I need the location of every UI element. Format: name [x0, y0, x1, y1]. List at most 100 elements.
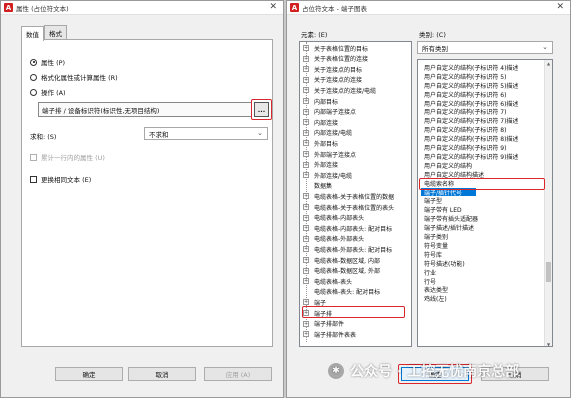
- tree-item-label: 电缆表格-关于表格位置的表头: [314, 204, 395, 212]
- sum-select[interactable]: 不求和 ⌄: [144, 127, 268, 140]
- plus-icon[interactable]: +: [303, 87, 309, 94]
- tree-item-label: 端子排部件表表: [314, 331, 357, 339]
- category-item[interactable]: 符号库: [424, 250, 442, 259]
- cancel-button[interactable]: 取消: [128, 367, 196, 381]
- plus-icon[interactable]: +: [303, 98, 309, 104]
- tree-item-label: 电缆表格-外部表头: 配对目标: [314, 246, 393, 254]
- sum-label: 求和: (S): [30, 133, 57, 141]
- plus-icon[interactable]: +: [303, 214, 309, 221]
- checkbox-accumulate-label: 累计一行内的属性 (U): [41, 154, 105, 162]
- placeholder-text-dialog: A 占位符文本 - 端子图表 ✕ 元素: (E) 类别: (C) 所有类别 ⌄ …: [286, 0, 571, 398]
- plus-icon[interactable]: +: [303, 225, 309, 232]
- tab-format[interactable]: 格式: [44, 25, 67, 40]
- plus-icon[interactable]: +: [303, 257, 309, 263]
- tree-item-label: 内部目标: [314, 98, 339, 106]
- plus-icon[interactable]: +: [303, 161, 309, 168]
- plus-icon[interactable]: +: [303, 66, 309, 73]
- radio-dot: [30, 73, 37, 81]
- close-icon[interactable]: ✕: [269, 2, 277, 12]
- category-item[interactable]: 符号变量: [424, 241, 448, 250]
- category-item[interactable]: 行业: [424, 268, 436, 277]
- plus-icon[interactable]: +: [303, 172, 309, 179]
- category-item[interactable]: 表达类型: [424, 286, 448, 294]
- plus-icon[interactable]: +: [303, 299, 309, 306]
- plus-icon[interactable]: +: [303, 119, 309, 126]
- apply-button[interactable]: 应用 (A): [204, 367, 272, 381]
- category-select[interactable]: 所有类别 ⌄: [417, 41, 553, 54]
- scroll-thumb[interactable]: [546, 262, 551, 282]
- tree-item-label: 电缆表格-数据区域, 内部: [314, 257, 380, 265]
- tree-item-label: 内部连接/电缆: [314, 130, 353, 138]
- tree-item-label: 电缆表格-表头: 配对目标: [314, 289, 381, 297]
- plus-icon[interactable]: +: [303, 45, 309, 51]
- highlight-terminal-code: [419, 178, 545, 190]
- category-list[interactable]: 用户自定义的结构(子标识符 4)描述 用户自定义的结构(子标识符 5) 用户自定义的…: [417, 59, 553, 347]
- action-field[interactable]: 端子排 / 设备标识符(标识性,无项目结构): [38, 102, 252, 117]
- category-item[interactable]: 端子类别: [424, 232, 448, 241]
- category-item[interactable]: 用户自定义的结构(子标识符 6)描述: [424, 99, 518, 108]
- checkbox-box: [30, 153, 37, 161]
- plus-icon[interactable]: +: [303, 76, 309, 83]
- app-icon: A: [290, 3, 299, 12]
- watermark: ✱ 公众号 · 工控无忧南京总部: [328, 361, 519, 381]
- close-icon[interactable]: ✕: [556, 2, 564, 12]
- category-item[interactable]: 端子型: [424, 197, 442, 205]
- radio-action[interactable]: 操作 (A): [30, 87, 66, 97]
- tab-values[interactable]: 数值: [21, 26, 44, 41]
- category-scrollbar[interactable]: ▲ ▼: [544, 60, 552, 346]
- tree-item-label: 数据集: [314, 183, 333, 191]
- tree-item-label: 关于连接点的连接: [314, 77, 363, 85]
- category-item[interactable]: 用户自定义的结构(子标识符 5): [424, 72, 506, 81]
- category-item[interactable]: 用户自定义的结构(子标识符 4)描述: [424, 63, 518, 72]
- tree-item-label: 外部目标: [314, 140, 339, 148]
- category-item[interactable]: 用户自定义的结构(子标识符 9): [424, 143, 506, 152]
- plus-icon[interactable]: +: [303, 55, 309, 62]
- category-item[interactable]: 用户自定义的结构(子标识符 7): [424, 108, 506, 116]
- plus-icon[interactable]: +: [303, 331, 309, 338]
- placeholder-titlebar: A 占位符文本 - 端子图表 ✕: [287, 1, 570, 15]
- plus-icon[interactable]: +: [303, 267, 309, 274]
- plus-icon[interactable]: +: [303, 204, 309, 210]
- category-item[interactable]: 用户自定义的结构(子标识符 6): [424, 90, 506, 99]
- wechat-icon: ✱: [328, 363, 344, 379]
- plus-icon[interactable]: +: [303, 129, 309, 136]
- category-item[interactable]: 用户自定义的结构(子标识符 8)描述: [424, 134, 518, 143]
- category-item[interactable]: 用户自定义的结构(子标识符 9)描述: [424, 152, 518, 161]
- plus-icon[interactable]: +: [303, 246, 309, 253]
- radio-property[interactable]: 属性 (P): [30, 57, 65, 67]
- plus-icon[interactable]: +: [303, 193, 309, 200]
- tree-item-label: 外部连接: [314, 162, 339, 170]
- properties-tabs: 数值 格式: [21, 25, 67, 41]
- plus-icon[interactable]: +: [303, 151, 309, 157]
- tree-item-label: 关于连接点的目标: [314, 66, 363, 74]
- radio-formula[interactable]: 格式化属性或计算属性 (R): [30, 72, 118, 82]
- plus-icon[interactable]: +: [303, 320, 309, 327]
- category-item[interactable]: 端子带有 LED: [424, 205, 462, 214]
- category-item[interactable]: 用户自定义的结构(子标识符 7)描述: [424, 116, 518, 125]
- scroll-down-icon[interactable]: ▼: [545, 341, 552, 346]
- plus-icon[interactable]: +: [303, 108, 309, 115]
- tree-item-label: 内部端子连接点: [314, 109, 357, 117]
- values-tab-panel: 属性 (P) 格式化属性或计算属性 (R) 操作 (A) 端子排 / 设备标识符…: [21, 39, 273, 347]
- category-item[interactable]: 端子描述/插针描述: [424, 223, 474, 232]
- category-item[interactable]: 用户自定义的结构: [424, 161, 472, 170]
- category-label: 类别: (C): [419, 31, 446, 39]
- category-item[interactable]: 符号描述(功能): [424, 259, 465, 268]
- plus-icon[interactable]: +: [303, 235, 309, 242]
- checkbox-replace-text[interactable]: 更换相同文本 (E): [30, 174, 91, 184]
- checkbox-box: [30, 175, 37, 183]
- radio-dot: [30, 58, 37, 66]
- elements-tree[interactable]: + 关于表格位置的目标 + 关于表格位置的连接 + 关于连接点的目标 + 关于连接点的连接 + 关…: [299, 41, 412, 347]
- action-value: 端子排 / 设备标识符(标识性,无项目结构): [42, 106, 160, 115]
- category-item[interactable]: 用户自定义的结构(子标识符 5)描述: [424, 81, 518, 90]
- plus-icon[interactable]: +: [303, 278, 309, 285]
- category-item[interactable]: 鸡线(左): [424, 294, 447, 303]
- plus-icon[interactable]: +: [303, 140, 309, 147]
- category-item[interactable]: 行号: [424, 277, 436, 286]
- ok-button[interactable]: 确定: [55, 367, 123, 381]
- scroll-up-icon[interactable]: ▲: [545, 60, 552, 67]
- checkbox-accumulate[interactable]: 累计一行内的属性 (U): [30, 152, 105, 162]
- category-item[interactable]: 端子带有插头适配器: [424, 214, 478, 223]
- radio-action-label: 操作 (A): [41, 89, 66, 97]
- category-item[interactable]: 用户自定义的结构(子标识符 8): [424, 125, 506, 134]
